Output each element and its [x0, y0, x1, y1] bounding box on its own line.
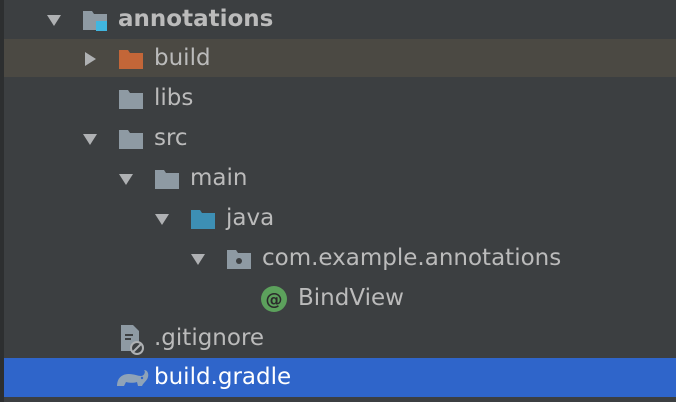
chevron-down-icon[interactable]	[46, 12, 62, 28]
tree-label-libs: libs	[154, 85, 194, 111]
chevron-down-icon[interactable]	[190, 251, 206, 267]
tree-row-build[interactable]: build	[4, 39, 676, 77]
tree-row-src[interactable]: src	[4, 119, 676, 157]
tree-row-bindview[interactable]: @ BindView	[4, 279, 676, 317]
tree-label-src: src	[154, 125, 188, 151]
annotation-icon: @	[261, 286, 287, 312]
chevron-down-icon[interactable]	[82, 131, 98, 147]
tree-row-build-gradle[interactable]: build.gradle	[4, 358, 676, 397]
tree-label-main: main	[190, 165, 248, 191]
chevron-down-icon[interactable]	[154, 211, 170, 227]
tree-label-gitignore: .gitignore	[154, 325, 265, 351]
excluded-folder-icon	[119, 50, 143, 69]
tree-label-package: com.example.annotations	[262, 245, 562, 271]
chevron-right-icon[interactable]	[82, 51, 98, 67]
tree-row-java[interactable]: java	[4, 199, 676, 237]
tree-row-package[interactable]: com.example.annotations	[4, 239, 676, 277]
tree-label-java: java	[226, 205, 275, 231]
ignore-file-icon	[121, 325, 144, 355]
folder-icon	[119, 130, 143, 149]
chevron-down-icon[interactable]	[118, 171, 134, 187]
tree-row-main[interactable]: main	[4, 159, 676, 197]
tree-label-bindview: BindView	[298, 285, 404, 311]
folder-icon	[119, 90, 143, 109]
gradle-icon	[117, 370, 149, 386]
project-tree: annotations build libs src main java com…	[0, 0, 676, 402]
tree-row-annotations[interactable]: annotations	[4, 0, 676, 38]
source-root-folder-icon	[191, 210, 215, 229]
folder-icon	[155, 170, 179, 189]
tree-label-annotations: annotations	[118, 6, 274, 32]
package-icon	[227, 250, 251, 269]
module-folder-icon	[83, 11, 107, 31]
tree-row-libs[interactable]: libs	[4, 79, 676, 117]
svg-text:@: @	[266, 290, 283, 310]
tree-label-build: build	[154, 45, 211, 71]
tree-row-gitignore[interactable]: .gitignore	[4, 319, 676, 357]
tree-label-build-gradle: build.gradle	[154, 364, 292, 390]
